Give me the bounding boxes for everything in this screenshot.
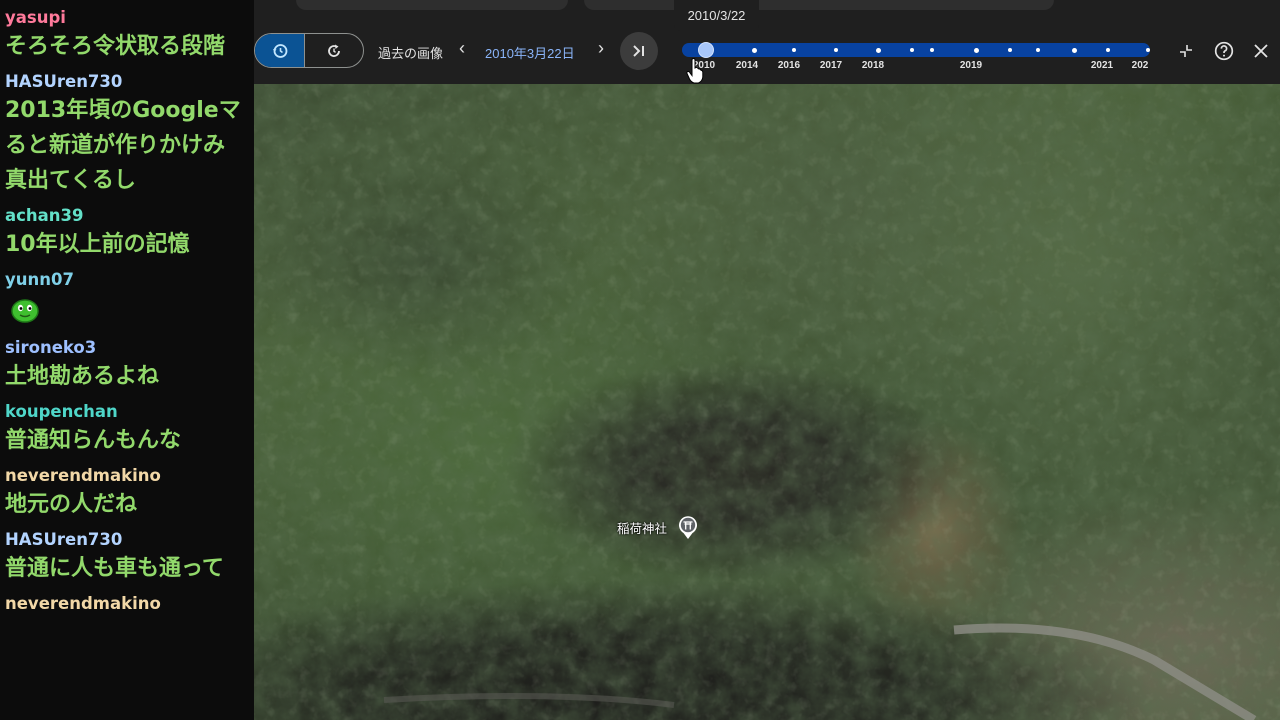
- place-label: 稲荷神社: [617, 520, 668, 536]
- chevron-right-icon[interactable]: ›: [591, 38, 611, 59]
- chat-text: 2013年頃のGoogleマ ると新道が作りかけみ 真出てくるし: [5, 98, 241, 193]
- place-marker[interactable]: 稲荷神社: [617, 514, 699, 540]
- chat-text: 10年以上前の記憶: [5, 232, 190, 257]
- chat-panel: yasupi そろそろ令状取る段階 HASUren730 2013年頃のGoogleマ…: [0, 0, 254, 720]
- chat-message: HASUren730 2013年頃のGoogleマ ると新道が作りかけみ 真出てく…: [5, 70, 254, 198]
- chat-username: achan39: [5, 206, 84, 225]
- timeline-year-label: 2016: [777, 60, 801, 71]
- past-imagery-label: 過去の画像: [378, 46, 444, 61]
- current-imagery-button[interactable]: [305, 34, 363, 67]
- chat-username: koupenchan: [5, 402, 118, 421]
- timeline-tick[interactable]: [1036, 48, 1040, 52]
- collapse-icon[interactable]: [1176, 41, 1196, 61]
- chat-message: neverendmakino 地元の人だね: [5, 464, 254, 522]
- timeline-tick[interactable]: [792, 48, 796, 52]
- chat-username: sironeko3: [5, 338, 97, 357]
- skip-to-latest-icon: [633, 45, 644, 57]
- chat-message: yasupi そろそろ令状取る段階: [5, 6, 254, 64]
- chevron-left-icon[interactable]: ‹: [452, 38, 472, 59]
- satellite-map[interactable]: [254, 0, 1280, 720]
- timeline-tick[interactable]: [1072, 47, 1077, 53]
- chat-text: 普通知らんもんな: [5, 428, 182, 453]
- search-box-edge[interactable]: [296, 0, 568, 10]
- date-tooltip: 2010/3/22: [674, 0, 759, 31]
- timeline-year-label: 202: [1131, 60, 1149, 71]
- map-imagery: [254, 0, 1280, 720]
- timeline-handle[interactable]: [698, 42, 714, 58]
- current-date-link[interactable]: 2010年3月22日: [485, 43, 575, 62]
- timeline-tick[interactable]: [876, 47, 881, 53]
- timeline-year-label: 2014: [735, 60, 759, 71]
- timeline-tick[interactable]: [910, 48, 914, 52]
- timeline-tick[interactable]: [1146, 48, 1150, 52]
- chat-message: sironeko3 土地勘あるよね: [5, 336, 254, 394]
- timeline-year-label: 2017: [819, 60, 843, 71]
- chat-message: yunn07: [5, 268, 254, 330]
- chat-text: 普通に人も車も通って: [5, 556, 224, 581]
- chat-username: HASUren730: [5, 72, 123, 91]
- historical-imagery-toolbar: 過去の画像 ‹ 2010年3月22日 › 2010 2014 2016 2017 201…: [254, 16, 1280, 84]
- chat-username: neverendmakino: [5, 594, 161, 613]
- timeline-tick[interactable]: [1106, 48, 1110, 52]
- help-icon[interactable]: [1214, 41, 1234, 61]
- chat-message: neverendmakino: [5, 592, 254, 615]
- hand-cursor-icon: [686, 58, 704, 84]
- timeline-year-label: 2019: [959, 60, 983, 71]
- chat-message: HASUren730 普通に人も車も通って: [5, 528, 254, 586]
- chat-username: yunn07: [5, 270, 74, 289]
- menu-bar-edge[interactable]: [584, 0, 1054, 10]
- history-button[interactable]: [255, 34, 305, 67]
- top-bar: [254, 0, 1280, 16]
- jump-to-latest-button[interactable]: [620, 32, 658, 70]
- timeline-year-label: 2018: [861, 60, 885, 71]
- timeline-tick[interactable]: [1008, 48, 1012, 52]
- chat-text: そろそろ令状取る段階: [5, 34, 226, 59]
- shrine-icon[interactable]: [677, 514, 699, 540]
- chat-text: 地元の人だね: [5, 492, 138, 517]
- chat-text: 土地勘あるよね: [5, 364, 160, 389]
- timeline-slider[interactable]: [682, 42, 1150, 58]
- chat-message: koupenchan 普通知らんもんな: [5, 400, 254, 458]
- refresh-clock-icon: [328, 44, 340, 57]
- chat-username: HASUren730: [5, 530, 123, 549]
- timeline-tick[interactable]: [752, 47, 757, 53]
- timeline-tick[interactable]: [834, 48, 838, 52]
- timeline-tick[interactable]: [930, 48, 934, 52]
- chat-message: achan39 10年以上前の記憶: [5, 204, 254, 262]
- chat-username: yasupi: [5, 8, 66, 27]
- timeline-year-label: 2021: [1090, 60, 1114, 71]
- chat-username: neverendmakino: [5, 466, 161, 485]
- close-icon[interactable]: [1251, 41, 1271, 61]
- imagery-mode-toggle: [254, 33, 364, 68]
- timeline-tick[interactable]: [974, 47, 979, 53]
- history-icon: [272, 43, 287, 58]
- slime-emoji-icon: [11, 299, 39, 323]
